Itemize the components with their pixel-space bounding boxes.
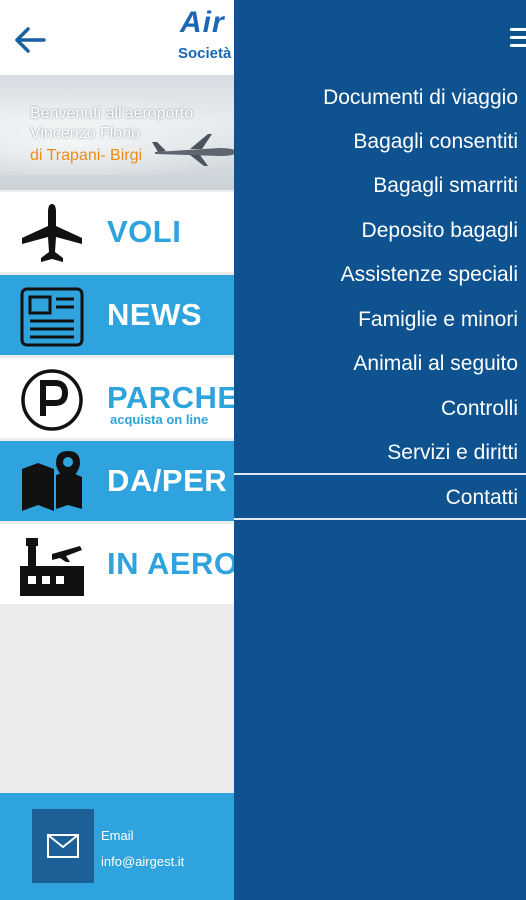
drawer-item-animali[interactable]: Animali al seguito (353, 352, 518, 376)
back-button[interactable] (10, 20, 50, 60)
menu-tile-label: NEWS (107, 297, 202, 332)
logo-subtitle: Società (178, 45, 232, 62)
menu-tile-label: PARCHE (107, 380, 239, 415)
drawer-item-controlli[interactable]: Controlli (441, 397, 518, 421)
airplane-icon (22, 204, 82, 262)
parking-icon (21, 369, 83, 431)
drawer-divider-bottom (234, 518, 526, 520)
drawer-item-bagagli-consentiti[interactable]: Bagagli consentiti (353, 130, 518, 154)
drawer-item-bagagli-smarriti[interactable]: Bagagli smarriti (373, 174, 518, 198)
drawer-item-deposito-bagagli[interactable]: Deposito bagagli (362, 219, 518, 243)
airport-tower-icon (20, 538, 84, 596)
email-label: Email (101, 828, 134, 843)
banner-text-line-2: Vincenzo Florio (30, 125, 140, 142)
drawer-divider-top (234, 473, 526, 475)
banner-airplane-image (152, 134, 236, 166)
menu-tile-label: DA/PER (107, 463, 228, 498)
banner-text-line-3: di Trapani- Birgi (30, 147, 143, 164)
drawer-item-documenti[interactable]: Documenti di viaggio (323, 86, 518, 110)
drawer-item-assistenze-speciali[interactable]: Assistenze speciali (341, 263, 518, 287)
menu-tile-sublabel: acquista on line (110, 412, 209, 427)
hamburger-menu-icon[interactable] (510, 28, 526, 50)
banner-text-line-1: Benvenuti all'aeroporto (30, 105, 194, 122)
email-button[interactable] (32, 809, 94, 883)
drawer-item-contatti[interactable]: Contatti (446, 486, 518, 510)
menu-tile-label: IN AERO (107, 546, 239, 581)
drawer-item-famiglie-minori[interactable]: Famiglie e minori (358, 308, 518, 332)
menu-tile-label: VOLI (107, 214, 182, 249)
map-pin-icon (22, 451, 82, 511)
drawer-item-servizi-diritti[interactable]: Servizi e diritti (387, 441, 518, 465)
logo: Air (180, 6, 225, 39)
newspaper-icon (20, 287, 84, 347)
email-address-link[interactable]: info@airgest.it (101, 854, 184, 869)
back-arrow-icon (15, 27, 46, 53)
envelope-icon (47, 834, 79, 858)
